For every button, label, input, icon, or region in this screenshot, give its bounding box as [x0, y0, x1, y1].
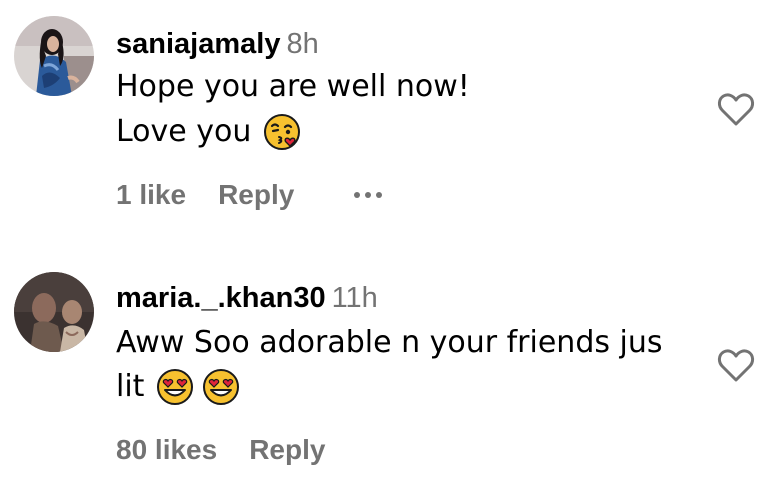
comment-text-line: Aww Soo adorable n your friends jus: [116, 322, 663, 364]
avatar[interactable]: [14, 272, 94, 352]
timestamp[interactable]: 8h: [286, 28, 318, 60]
comment-text: lit: [116, 369, 145, 404]
dot: [376, 192, 383, 198]
comment-actions: 80 likes Reply: [116, 434, 325, 466]
comment-item: maria._.khan30 11h Aww Soo adorable n you…: [0, 255, 780, 477]
comment-text-line: lit: [116, 366, 240, 408]
comment-text: Aww Soo adorable n your friends jus: [116, 325, 663, 360]
comment-text: Love you: [116, 114, 252, 149]
comment-text-line: Love you: [116, 111, 301, 153]
dot: [365, 192, 372, 198]
comment-text: Hope you are well now!: [116, 69, 470, 104]
comment-actions: 1 like Reply: [116, 179, 383, 211]
timestamp[interactable]: 11h: [332, 282, 378, 314]
username[interactable]: maria._.khan30: [116, 282, 326, 314]
reply-button[interactable]: Reply: [218, 179, 294, 211]
heart-outline-icon[interactable]: [716, 347, 756, 383]
username[interactable]: saniajamaly: [116, 28, 280, 60]
reply-button[interactable]: Reply: [249, 434, 325, 466]
comment-header: saniajamaly 8h: [116, 26, 319, 61]
likes-count[interactable]: 1 like: [116, 179, 186, 211]
comment-header: maria._.khan30 11h: [116, 280, 378, 315]
dot: [354, 192, 361, 198]
likes-count[interactable]: 80 likes: [116, 434, 217, 466]
heart-outline-icon[interactable]: [716, 91, 756, 127]
more-options-icon[interactable]: [354, 185, 383, 205]
smiling-face-with-heart-eyes-emoji: [202, 368, 240, 406]
face-blowing-a-kiss-emoji: [263, 113, 301, 151]
comment-item: saniajamaly 8h Hope you are well now! Lov…: [0, 0, 780, 240]
smiling-face-with-heart-eyes-emoji: [156, 368, 194, 406]
comment-text-line: Hope you are well now!: [116, 66, 470, 108]
avatar[interactable]: [14, 16, 94, 96]
